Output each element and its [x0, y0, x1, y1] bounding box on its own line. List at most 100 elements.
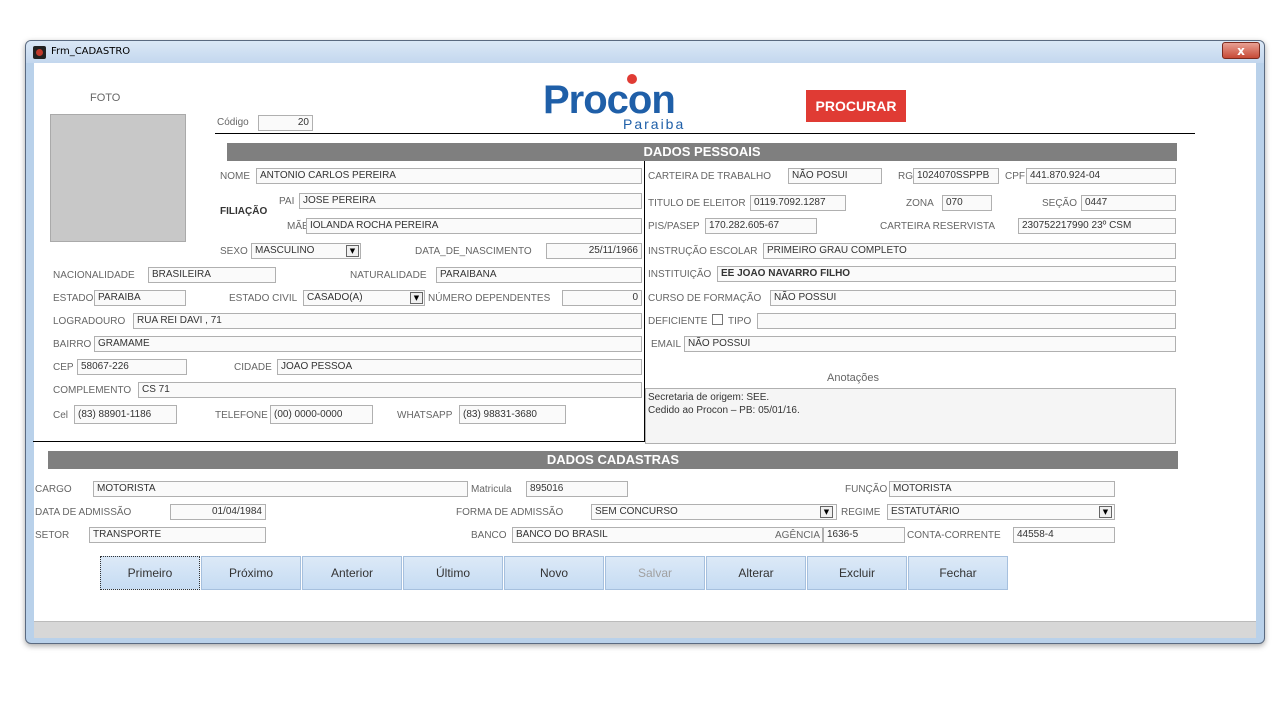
naturalidade-field[interactable]: PARAIBANA [436, 267, 642, 283]
zona-field[interactable]: 070 [942, 195, 992, 211]
pis-label: PIS/PASEP [648, 221, 700, 232]
mae-field[interactable]: IOLANDA ROCHA PEREIRA [306, 218, 642, 234]
anotacoes-line: Cedido ao Procon – PB: 05/01/16. [648, 405, 800, 416]
rg-field[interactable]: 1024070SSPPB [913, 168, 999, 184]
conta-label: CONTA-CORRENTE [907, 530, 1001, 541]
instrucao-label: INSTRUÇÃO ESCOLAR [648, 246, 758, 257]
anotacoes-label: Anotações [827, 372, 879, 384]
filiacao-label: FILIAÇÃO [220, 206, 268, 217]
complemento-label: COMPLEMENTO [53, 385, 132, 396]
procurar-button[interactable]: PROCURAR [806, 90, 906, 122]
nome-label: NOME [220, 171, 250, 182]
photo-placeholder[interactable] [50, 114, 186, 242]
left-bottom-divider [33, 441, 645, 442]
cargo-label: CARGO [35, 484, 72, 495]
funcao-label: FUNÇÃO [845, 484, 888, 495]
dados-pessoais-header: DADOS PESSOAIS [227, 143, 1177, 161]
whatsapp-label: WHATSAPP [397, 410, 453, 421]
codigo-field[interactable]: 20 [258, 115, 313, 131]
nacionalidade-field[interactable]: BRASILEIRA [148, 267, 276, 283]
tipo-field[interactable] [757, 313, 1176, 329]
whatsapp-field[interactable]: (83) 98831-3680 [459, 405, 566, 424]
secao-label: SEÇÃO [1042, 198, 1078, 209]
naturalidade-label: NATURALIDADE [350, 270, 427, 281]
nome-field[interactable]: ANTONIO CARLOS PEREIRA [256, 168, 642, 184]
cidade-label: CIDADE [234, 362, 272, 373]
logo-person-icon [627, 74, 637, 84]
novo-button[interactable]: Novo [504, 556, 604, 590]
foto-label: FOTO [90, 92, 121, 104]
telefone-field[interactable]: (00) 0000-0000 [270, 405, 373, 424]
estado-civil-label: ESTADO CIVIL [229, 293, 298, 304]
logo-sub-text: Paraiba [623, 116, 686, 132]
agencia-field[interactable]: 1636-5 [823, 527, 905, 543]
cep-field[interactable]: 58067-226 [77, 359, 187, 375]
secao-field[interactable]: 0447 [1081, 195, 1176, 211]
email-field[interactable]: NÃO POSSUI [684, 336, 1176, 352]
admissao-field[interactable]: 01/04/1984 [170, 504, 266, 520]
carteira-field[interactable]: NÃO POSUI [788, 168, 882, 184]
regime-select[interactable]: ESTATUTÁRIO [887, 504, 1115, 520]
email-label: EMAIL [651, 339, 682, 350]
dependentes-label: NÚMERO DEPENDENTES [428, 293, 551, 304]
anterior-button[interactable]: Anterior [302, 556, 402, 590]
regime-dropdown-arrow-icon[interactable]: ▼ [1099, 506, 1112, 518]
conta-field[interactable]: 44558-4 [1013, 527, 1115, 543]
proximo-button[interactable]: Próximo [201, 556, 301, 590]
estado-civil-dropdown-arrow-icon[interactable]: ▼ [410, 292, 423, 304]
pai-field[interactable]: JOSE PEREIRA [299, 193, 642, 209]
dependentes-field[interactable]: 0 [562, 290, 642, 306]
reservista-label: CARTEIRA RESERVISTA [880, 221, 996, 232]
cpf-field[interactable]: 441.870.924-04 [1026, 168, 1176, 184]
fechar-button[interactable]: Fechar [908, 556, 1008, 590]
dados-cadastrais-header: DADOS CADASTRAS [48, 451, 1178, 469]
instituicao-label: INSTITUIÇÃO [648, 269, 712, 280]
complemento-field[interactable]: CS 71 [138, 382, 642, 398]
matricula-label: Matricula [471, 484, 512, 495]
bairro-field[interactable]: GRAMAME [94, 336, 642, 352]
cel-field[interactable]: (83) 88901-1186 [74, 405, 177, 424]
regime-label: REGIME [841, 507, 881, 518]
cargo-field[interactable]: MOTORISTA [93, 481, 468, 497]
nacionalidade-label: NACIONALIDADE [53, 270, 135, 281]
pis-field[interactable]: 170.282.605-67 [705, 218, 817, 234]
estado-field[interactable]: PARAIBA [94, 290, 186, 306]
forma-dropdown-arrow-icon[interactable]: ▼ [820, 506, 833, 518]
anotacoes-textarea[interactable]: Secretaria de origem: SEE. Cedido ao Pro… [645, 388, 1176, 444]
salvar-button[interactable]: Salvar [605, 556, 705, 590]
sexo-dropdown-arrow-icon[interactable]: ▼ [346, 245, 359, 257]
funcao-field[interactable]: MOTORISTA [889, 481, 1115, 497]
zona-label: ZONA [906, 198, 934, 209]
instrucao-field[interactable]: PRIMEIRO GRAU COMPLETO [763, 243, 1176, 259]
matricula-field[interactable]: 895016 [526, 481, 628, 497]
banco-label: BANCO [471, 530, 507, 541]
cel-label: Cel [53, 410, 69, 421]
reservista-field[interactable]: 230752217990 23º CSM [1018, 218, 1176, 234]
instituicao-field[interactable]: EE JOAO NAVARRO FILHO [717, 266, 1176, 282]
deficiente-label: DEFICIENTE [648, 316, 708, 327]
nascimento-field[interactable]: 25/11/1966 [546, 243, 642, 259]
forma-admissao-label: FORMA DE ADMISSÃO [456, 507, 564, 518]
cidade-field[interactable]: JOAO PESSOA [277, 359, 642, 375]
agencia-label: AGÊNCIA [775, 530, 821, 541]
forma-admissao-select[interactable]: SEM CONCURSO [591, 504, 837, 520]
alterar-button[interactable]: Alterar [706, 556, 806, 590]
primeiro-button[interactable]: Primeiro [100, 556, 200, 590]
window-title: Frm_CADASTRO [51, 46, 131, 57]
sexo-select[interactable]: MASCULINO [251, 243, 361, 259]
rg-label: RG [898, 171, 913, 182]
admissao-label: DATA DE ADMISSÃO [35, 507, 132, 518]
close-button[interactable]: x [1222, 42, 1260, 59]
carteira-label: CARTEIRA DE TRABALHO [648, 171, 771, 182]
title-bar[interactable]: Frm_CADASTRO x [26, 41, 1264, 63]
deficiente-checkbox[interactable] [712, 314, 723, 325]
excluir-button[interactable]: Excluir [807, 556, 907, 590]
setor-label: SETOR [35, 530, 70, 541]
ultimo-button[interactable]: Último [403, 556, 503, 590]
estado-civil-select[interactable]: CASADO(A) [303, 290, 425, 306]
curso-field[interactable]: NÃO POSSUI [770, 290, 1176, 306]
titulo-field[interactable]: 0119.7092.1287 [750, 195, 846, 211]
pai-label: PAI [279, 196, 295, 207]
setor-field[interactable]: TRANSPORTE [89, 527, 266, 543]
logradouro-field[interactable]: RUA REI DAVI , 71 [133, 313, 642, 329]
